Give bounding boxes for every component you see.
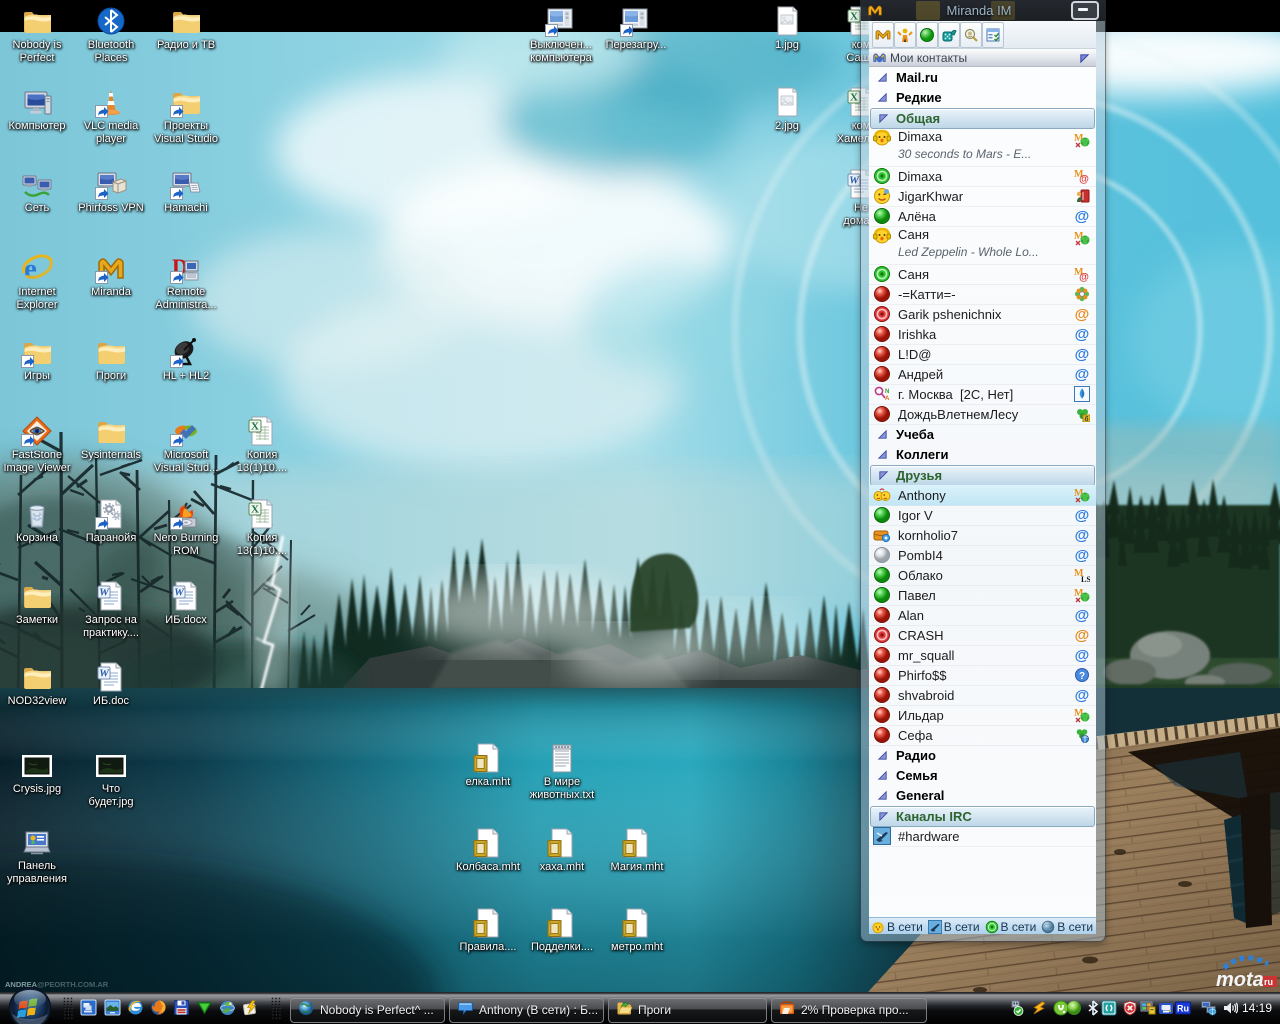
- svg-text:@: @: [1075, 647, 1090, 663]
- svg-text:@: @: [1075, 627, 1090, 643]
- svg-text:@: @: [1075, 547, 1090, 563]
- svg-text:?: ?: [1079, 671, 1085, 682]
- svg-text:LS: LS: [1081, 575, 1090, 583]
- svg-text:ru: ru: [1264, 977, 1273, 987]
- svg-text:@: @: [1079, 272, 1089, 282]
- svg-text:@: @: [1075, 607, 1090, 623]
- svg-text:@: @: [1075, 326, 1090, 342]
- svg-text:@: @: [1075, 687, 1090, 703]
- svg-text:@: @: [1075, 346, 1090, 362]
- svg-text:Ru: Ru: [1177, 1004, 1189, 1014]
- svg-text:@: @: [1075, 527, 1090, 543]
- svg-text:A: A: [885, 396, 890, 402]
- svg-text:mota: mota: [1216, 969, 1264, 991]
- svg-text:@: @: [1075, 366, 1090, 382]
- svg-text:@: @: [1075, 208, 1090, 224]
- svg-text:@: @: [1079, 174, 1089, 184]
- svg-text:@: @: [1075, 507, 1090, 523]
- svg-text:б: б: [1084, 415, 1088, 422]
- svg-text:N: N: [885, 389, 889, 395]
- svg-text:@: @: [1075, 306, 1090, 322]
